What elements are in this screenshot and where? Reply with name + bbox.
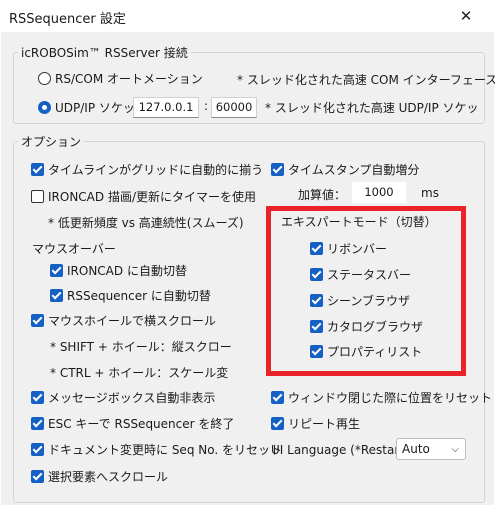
- increment-field[interactable]: 1000: [352, 182, 406, 203]
- mouseover-heading: マウスオーバー: [32, 242, 116, 256]
- ironcad-switch-checkbox[interactable]: [50, 264, 63, 277]
- ip-address-field[interactable]: 127.0.0.1: [133, 97, 199, 118]
- wheel-scroll-checkbox[interactable]: [31, 314, 44, 327]
- catalog-browser-label[interactable]: カタログブラウザ: [327, 318, 423, 335]
- scene-browser-label[interactable]: シーンブラウザ: [327, 292, 410, 309]
- property-list-label[interactable]: プロパティリスト: [327, 343, 422, 360]
- ironcad-timer-checkbox[interactable]: [31, 190, 44, 203]
- repeat-play-checkbox[interactable]: [271, 417, 284, 430]
- udp-ip-note: * スレッド化された高速 UDP/IP ソケッ: [265, 101, 479, 115]
- ui-language-select[interactable]: Auto ⌵: [396, 438, 466, 460]
- esc-exit-checkbox[interactable]: [31, 417, 44, 430]
- scroll-selected-checkbox[interactable]: [31, 470, 44, 483]
- rssequencer-switch-checkbox[interactable]: [50, 289, 63, 302]
- reset-seq-checkbox[interactable]: [31, 443, 44, 456]
- status-bar-label[interactable]: ステータスバー: [327, 266, 411, 283]
- expert-mode-heading: エキスパートモード（切替）: [281, 215, 437, 229]
- property-list-checkbox[interactable]: [310, 345, 323, 358]
- title-bar: RSSequencer 設定 ✕: [0, 0, 495, 32]
- shift-note: * SHIFT + ホイール：縦スクロー: [50, 340, 232, 354]
- rs-com-note: * スレッド化された高速 COM インターフェース: [237, 73, 495, 87]
- scene-browser-checkbox[interactable]: [310, 294, 323, 307]
- reset-seq-label[interactable]: ドキュメント変更時に Seq No. をリセット: [48, 441, 282, 458]
- repeat-play-label[interactable]: リピート再生: [288, 415, 360, 432]
- ironcad-switch-label[interactable]: IRONCAD に自動切替: [67, 262, 187, 279]
- esc-exit-label[interactable]: ESC キーで RSSequencer を終了: [48, 415, 234, 432]
- ribbon-bar-checkbox[interactable]: [310, 242, 323, 255]
- msgbox-hide-label[interactable]: メッセージボックス自動非表示: [48, 389, 215, 406]
- msgbox-hide-checkbox[interactable]: [31, 391, 44, 404]
- rs-com-radio[interactable]: [38, 72, 51, 85]
- server-group-legend: icROBOSim™ RSServer 接続: [18, 44, 191, 61]
- timeline-snap-checkbox[interactable]: [31, 163, 44, 176]
- catalog-browser-checkbox[interactable]: [310, 320, 323, 333]
- rssequencer-switch-label[interactable]: RSSequencer に自動切替: [67, 287, 211, 304]
- rs-com-label[interactable]: RS/COM オートメーション: [55, 70, 203, 87]
- timestamp-auto-checkbox[interactable]: [271, 163, 284, 176]
- timer-note: * 低更新頻度 vs 高連続性(スムーズ): [48, 216, 244, 230]
- save-position-label[interactable]: ウィンドウ閉じた際に位置をリセット: [288, 389, 492, 406]
- increment-unit: ms: [421, 186, 439, 200]
- udp-ip-radio[interactable]: [38, 101, 51, 114]
- window-title: RSSequencer 設定: [9, 12, 126, 27]
- close-icon[interactable]: ✕: [454, 5, 478, 27]
- ironcad-timer-label[interactable]: IRONCAD 描画/更新にタイマーを使用: [48, 188, 256, 205]
- wheel-scroll-label[interactable]: マウスホイールで横スクロール: [48, 312, 216, 329]
- scroll-selected-label[interactable]: 選択要素へスクロール: [48, 468, 168, 485]
- options-group-legend: オプション: [18, 133, 85, 150]
- timestamp-auto-label[interactable]: タイムスタンプ自動増分: [288, 161, 419, 178]
- chevron-down-icon: ⌵: [451, 444, 459, 455]
- port-field[interactable]: 60000: [211, 97, 257, 118]
- ui-language-value: Auto: [402, 442, 430, 456]
- increment-label: 加算値：: [298, 188, 347, 202]
- status-bar-checkbox[interactable]: [310, 268, 323, 281]
- ctrl-note: * CTRL + ホイール：スケール変: [50, 366, 229, 380]
- timeline-snap-label[interactable]: タイムラインがグリッドに自動的に揃う: [48, 161, 263, 178]
- ribbon-bar-label[interactable]: リボンバー: [327, 240, 387, 257]
- ip-port-separator: :: [204, 99, 209, 113]
- ui-language-label: UI Language (*Restart):: [271, 443, 413, 457]
- save-position-checkbox[interactable]: [271, 391, 284, 404]
